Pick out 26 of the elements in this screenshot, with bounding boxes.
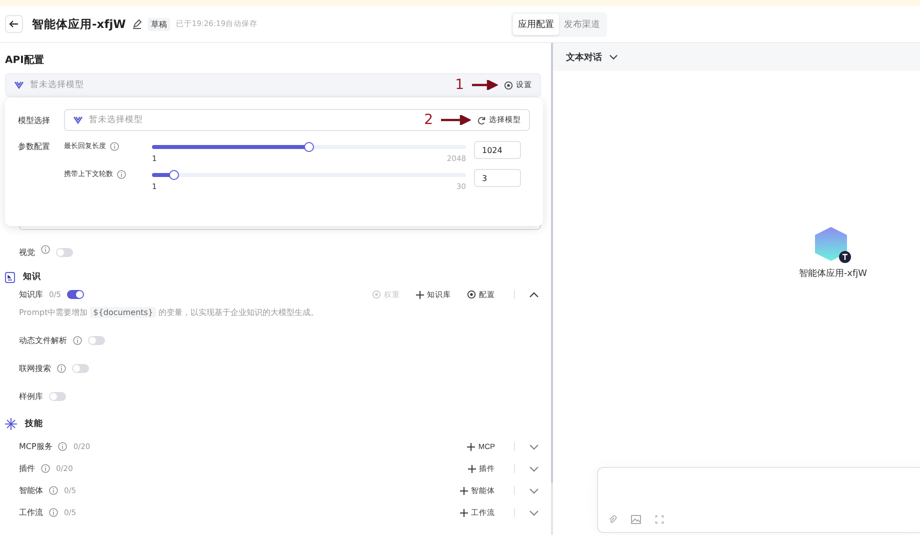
draft-tag: 草稿 (148, 18, 170, 30)
skill-label: 插件 (19, 463, 35, 474)
toggle-label: 样例库 (19, 391, 43, 402)
toggle-label: 联网搜索 (19, 363, 51, 374)
agent-name: 智能体应用-xfjW (798, 268, 868, 280)
model-placeholder: 暂未选择模型 (89, 114, 143, 126)
number-field[interactable]: 1024 (474, 141, 521, 159)
field-label: 参数配置 (18, 141, 51, 153)
field-label: 模型选择 (18, 114, 51, 126)
hint-text: Prompt中需要增加 ${documents} 的变量，以实现基于企业知识的大模型生成。 (19, 307, 320, 318)
skill-label: 智能体 (19, 485, 43, 496)
number-field[interactable]: 3 (474, 169, 521, 187)
toggle-label: 知识库 (19, 289, 43, 300)
tab[interactable]: 应用配置 (513, 14, 559, 34)
app-title: 智能体应用-xfjW (32, 16, 126, 32)
model-placeholder: 暂未选择模型 (30, 79, 84, 91)
toggle-label: 动态文件解析 (19, 335, 67, 346)
mode-selector[interactable]: 文本对话 (566, 50, 602, 64)
section-heading: 知识 (23, 271, 41, 283)
section-heading: 技能 (25, 418, 43, 430)
toggle-label: 视觉 (19, 247, 35, 258)
annotation-number: 2 (424, 112, 433, 128)
section-heading: API配置 (5, 54, 45, 67)
skill-label: MCP服务 (19, 441, 52, 452)
skill-label: 工作流 (19, 507, 43, 518)
annotation-number: 1 (455, 77, 464, 93)
